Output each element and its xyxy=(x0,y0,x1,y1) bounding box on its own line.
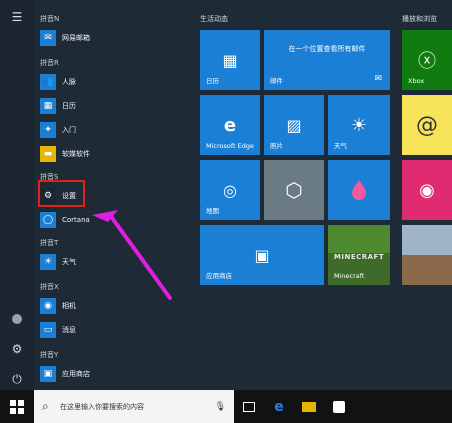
tile-paint3d[interactable] xyxy=(328,160,390,220)
tile-minecraft[interactable]: MINECRAFT Minecraft xyxy=(328,225,390,285)
tile-calendar[interactable]: ▦ 日历 xyxy=(200,30,260,90)
file-explorer-icon[interactable] xyxy=(300,398,318,416)
tile-edge[interactable]: e Microsoft Edge xyxy=(200,95,260,155)
edge-icon[interactable]: e xyxy=(270,398,288,416)
hexagon-icon: ⬡ xyxy=(285,178,303,202)
taskbar: ⌕ 在这里输入你要搜索的内容 🎙 e xyxy=(0,390,452,423)
tile-landscape[interactable] xyxy=(402,225,452,285)
tile-maps[interactable]: ◎ 地图 xyxy=(200,160,260,220)
search-placeholder: 在这里输入你要搜索的内容 xyxy=(60,402,144,411)
tile-store[interactable]: ▣ 应用商店 xyxy=(200,225,324,285)
paint-drop-icon xyxy=(352,180,366,200)
tiles-section-header-life[interactable]: 生活动态 xyxy=(200,14,228,24)
tiles-section-header-play[interactable]: 播放和浏览 xyxy=(402,14,437,24)
store-bag-icon: ▣ xyxy=(254,245,270,265)
microphone-icon[interactable]: 🎙 xyxy=(215,402,226,412)
map-pin-icon: ◎ xyxy=(223,180,237,200)
mail-icon: ✉ xyxy=(374,74,382,84)
tile-weather[interactable]: ☀ 天气 xyxy=(328,95,390,155)
tile-area: 生活动态 播放和浏览 ▦ 日历 在一个位置查看所有邮件 邮件 ✉ e Micro… xyxy=(196,0,452,390)
tile-mail[interactable]: 在一个位置查看所有邮件 邮件 ✉ xyxy=(264,30,390,90)
edge-icon: e xyxy=(223,114,237,136)
start-button[interactable] xyxy=(0,390,34,423)
search-icon: ⌕ xyxy=(42,399,49,413)
windows-logo-icon xyxy=(10,399,24,414)
store-icon[interactable] xyxy=(330,398,348,416)
xbox-icon: ⓧ xyxy=(418,51,436,72)
at-sign-icon: @ xyxy=(416,112,438,138)
tile-camera-app[interactable]: ◉ xyxy=(402,160,452,220)
search-box[interactable]: ⌕ 在这里输入你要搜索的内容 🎙 xyxy=(34,390,234,423)
task-view-icon[interactable] xyxy=(240,398,258,416)
start-menu: ☰ ⚙ ⏻ 拼音N ✉ 网易邮箱 拼音R 👥 人脉 ▦ 日历 ✦ 入门 ▬ 软媒… xyxy=(0,0,452,390)
calendar-icon: ▦ xyxy=(222,50,238,70)
weather-sun-icon: ☀ xyxy=(350,114,368,136)
tile-hexagon-app[interactable]: ⬡ xyxy=(264,160,324,220)
tile-mail-app[interactable]: @ xyxy=(402,95,452,155)
tile-photos[interactable]: ▨ 照片 xyxy=(264,95,324,155)
tile-xbox[interactable]: ⓧ Xbox xyxy=(402,30,452,90)
minecraft-wordmark: MINECRAFT xyxy=(333,253,385,261)
photos-icon: ▨ xyxy=(286,115,302,135)
camera-icon: ◉ xyxy=(419,179,435,201)
